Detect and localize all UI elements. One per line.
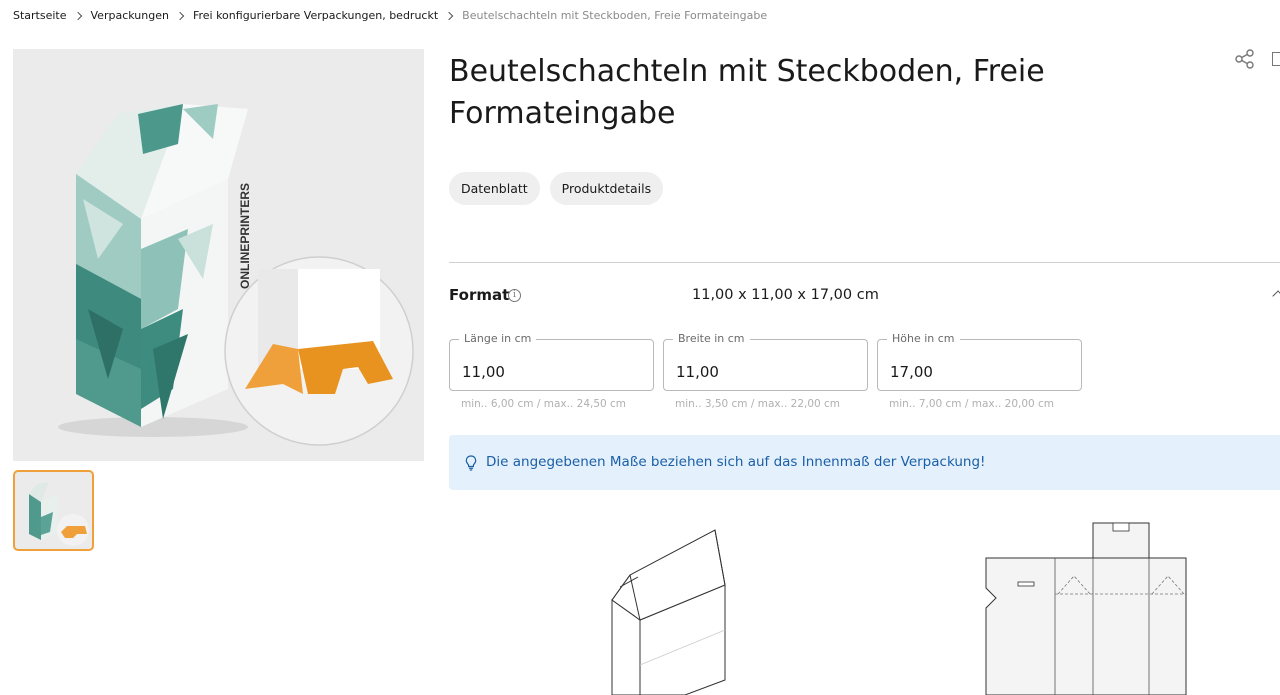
hoehe-field: Höhe in cm <box>877 332 1082 391</box>
breadcrumb-item-category[interactable]: Frei konfigurierbare Verpackungen, bedru… <box>193 9 438 22</box>
format-summary-value: 11,00 x 11,00 x 17,00 cm <box>692 287 879 303</box>
share-icon[interactable] <box>1234 48 1256 70</box>
chevron-up-icon[interactable] <box>1272 290 1280 302</box>
lightbulb-icon <box>465 455 477 471</box>
laenge-field: Länge in cm <box>449 332 654 391</box>
chevron-right-icon <box>73 11 82 20</box>
box-sketch-illustration <box>611 529 726 695</box>
hoehe-input[interactable] <box>878 340 1081 390</box>
product-photo-box-illustration: ONLINEPRINTERS <box>58 104 414 446</box>
format-label: Format <box>449 286 510 304</box>
breadcrumb: Startseite Verpackungen Frei konfigurier… <box>13 9 767 22</box>
dieline-sketch-illustration <box>985 522 1187 695</box>
page-title: Beutelschachteln mit Steckboden, Freie F… <box>449 54 1045 131</box>
hoehe-hint: min.. 7,00 cm / max.. 20,00 cm <box>889 398 1055 410</box>
breadcrumb-item-startseite[interactable]: Startseite <box>13 9 67 22</box>
thumbnail-image <box>29 482 89 546</box>
produktdetails-button[interactable]: Produktdetails <box>549 172 664 205</box>
product-info-pills: Datenblatt Produktdetails <box>449 172 664 205</box>
product-thumbnail[interactable] <box>13 470 94 551</box>
chevron-right-icon <box>175 11 185 20</box>
breadcrumb-item-verpackungen[interactable]: Verpackungen <box>91 9 169 22</box>
laenge-input[interactable] <box>450 340 653 390</box>
brand-text: ONLINEPRINTERS <box>238 183 252 289</box>
breite-hint: min.. 3,50 cm / max.. 22,00 cm <box>675 398 841 410</box>
info-notice: Die angegebenen Maße beziehen sich auf d… <box>449 435 1280 490</box>
chevron-right-icon <box>444 11 454 20</box>
section-divider <box>449 262 1280 263</box>
datenblatt-button[interactable]: Datenblatt <box>449 172 540 205</box>
bookmark-icon[interactable] <box>1272 52 1280 66</box>
breite-field: Breite in cm <box>663 332 868 391</box>
info-icon[interactable]: i <box>508 289 521 302</box>
laenge-hint: min.. 6,00 cm / max.. 24,50 cm <box>461 398 627 410</box>
product-main-image[interactable]: ONLINEPRINTERS <box>13 49 424 461</box>
notice-text: Die angegebenen Maße beziehen sich auf d… <box>486 454 986 470</box>
breadcrumb-item-current: Beutelschachteln mit Steckboden, Freie F… <box>462 9 768 22</box>
breite-input[interactable] <box>664 340 867 390</box>
